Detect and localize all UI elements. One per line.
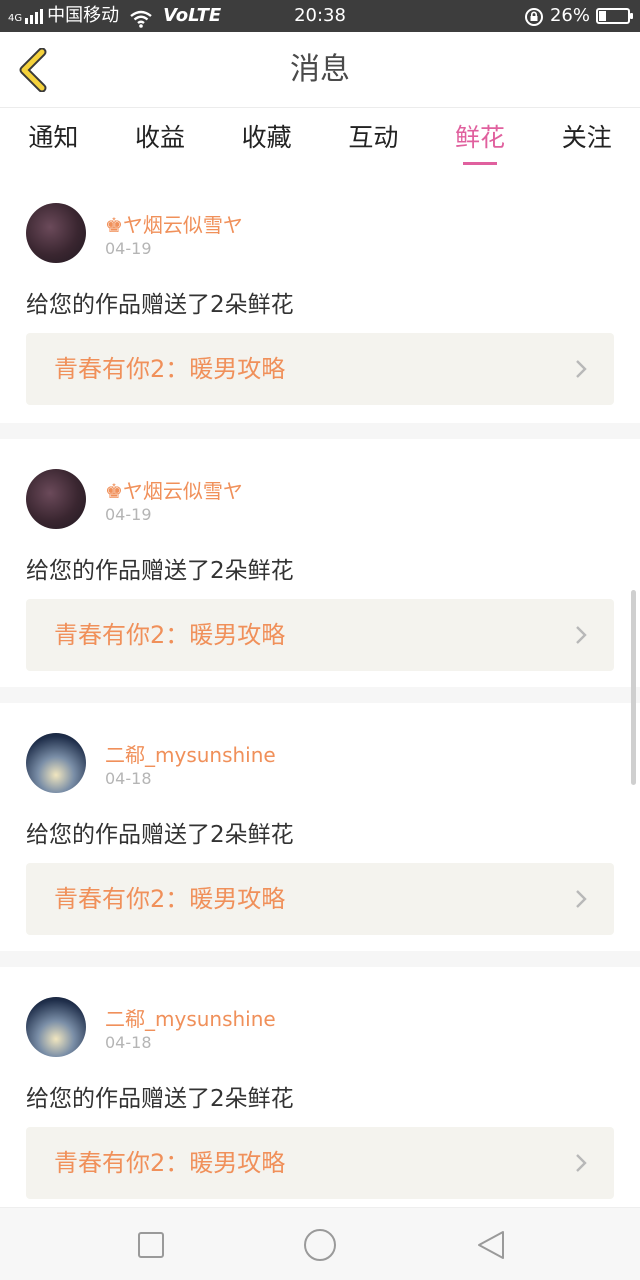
circle-icon <box>304 1229 336 1261</box>
username[interactable]: 二郗_mysunshine <box>105 739 276 768</box>
message-date: 04-19 <box>105 505 152 524</box>
work-title: 青春有你2：暖男攻略 <box>54 621 286 649</box>
message-list[interactable]: ♚ヤ烟云似雪ヤ 04-19 给您的作品赠送了2朵鲜花 青春有你2：暖男攻略 ♚ヤ… <box>0 173 640 1207</box>
list-item: ♚ヤ烟云似雪ヤ 04-19 给您的作品赠送了2朵鲜花 青春有你2：暖男攻略 <box>0 173 640 423</box>
tab-follows[interactable]: 关注 <box>533 109 640 173</box>
recent-apps-button[interactable] <box>134 1228 168 1262</box>
page-title: 消息 <box>290 52 350 87</box>
home-button[interactable] <box>302 1228 336 1262</box>
system-nav-bar <box>0 1207 640 1280</box>
username[interactable]: 二郗_mysunshine <box>105 1003 276 1032</box>
tab-notifications[interactable]: 通知 <box>0 109 107 173</box>
chevron-right-icon <box>576 890 587 908</box>
back-nav-button[interactable] <box>474 1228 508 1262</box>
work-link[interactable]: 青春有你2：暖男攻略 <box>26 1127 614 1199</box>
status-right: 26% <box>524 0 633 32</box>
list-item: ♚ヤ烟云似雪ヤ 04-19 给您的作品赠送了2朵鲜花 青春有你2：暖男攻略 <box>0 439 640 687</box>
avatar[interactable] <box>26 203 86 263</box>
tab-interactions[interactable]: 互动 <box>320 109 427 173</box>
message-date: 04-18 <box>105 1033 152 1052</box>
work-link[interactable]: 青春有你2：暖男攻略 <box>26 333 614 405</box>
message-text: 给您的作品赠送了2朵鲜花 <box>26 1086 294 1112</box>
username[interactable]: ♚ヤ烟云似雪ヤ <box>105 209 243 238</box>
header: 消息 <box>0 32 640 108</box>
message-text: 给您的作品赠送了2朵鲜花 <box>26 558 294 584</box>
rotation-lock-icon <box>524 6 544 26</box>
work-title: 青春有你2：暖男攻略 <box>54 1149 286 1177</box>
avatar[interactable] <box>26 733 86 793</box>
work-link[interactable]: 青春有你2：暖男攻略 <box>26 863 614 935</box>
tab-earnings[interactable]: 收益 <box>107 109 214 173</box>
message-date: 04-18 <box>105 769 152 788</box>
chevron-right-icon <box>576 626 587 644</box>
list-item: 二郗_mysunshine 04-18 给您的作品赠送了2朵鲜花 青春有你2：暖… <box>0 967 640 1207</box>
avatar[interactable] <box>26 997 86 1057</box>
work-title: 青春有你2：暖男攻略 <box>54 885 286 913</box>
message-date: 04-19 <box>105 239 152 258</box>
chevron-right-icon <box>576 360 587 378</box>
message-text: 给您的作品赠送了2朵鲜花 <box>26 292 294 318</box>
scrollbar[interactable] <box>631 590 636 785</box>
tab-bar: 通知 收益 收藏 互动 鲜花 关注 <box>0 109 640 173</box>
username[interactable]: ♚ヤ烟云似雪ヤ <box>105 475 243 504</box>
tab-flowers[interactable]: 鲜花 <box>427 109 534 173</box>
work-link[interactable]: 青春有你2：暖男攻略 <box>26 599 614 671</box>
battery-percent: 26% <box>549 5 590 26</box>
square-icon <box>138 1232 164 1258</box>
list-item: 二郗_mysunshine 04-18 给您的作品赠送了2朵鲜花 青春有你2：暖… <box>0 703 640 951</box>
screen: 4G 中国移动 VoLTE 20:38 26% 消息 通知 收益 收藏 互动 鲜… <box>0 0 640 1280</box>
tab-favorites[interactable]: 收藏 <box>213 109 320 173</box>
chevron-right-icon <box>576 1154 587 1172</box>
status-bar: 4G 中国移动 VoLTE 20:38 26% <box>0 0 640 32</box>
message-text: 给您的作品赠送了2朵鲜花 <box>26 822 294 848</box>
work-title: 青春有你2：暖男攻略 <box>54 355 286 383</box>
avatar[interactable] <box>26 469 86 529</box>
battery-icon <box>596 8 633 24</box>
triangle-back-icon <box>478 1231 504 1259</box>
